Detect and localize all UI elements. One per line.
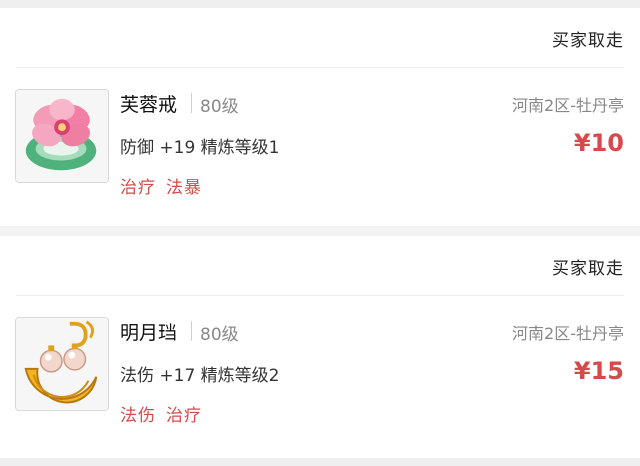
- item-name[interactable]: 芙蓉戒: [120, 90, 177, 117]
- divider: [16, 67, 624, 68]
- server-name: 河南2区-牡丹亭: [512, 324, 624, 343]
- item-level: 80级: [200, 97, 239, 117]
- server-name: 河南2区-牡丹亭: [512, 96, 624, 115]
- listing-card[interactable]: 买家取走 芙蓉戒 80级 河南2区-牡丹亭 防御 +19 精炼等级1 ¥10 治…: [0, 8, 640, 226]
- tag: 法伤: [120, 406, 156, 426]
- order-status: 买家取走: [552, 259, 624, 279]
- name-level-separator: [191, 93, 192, 113]
- listing-card[interactable]: 买家取走 明月珰 80级 河南2区-牡丹亭 法伤 +17 精炼等级2 ¥15 法…: [0, 236, 640, 458]
- divider: [16, 295, 624, 296]
- item-attributes: 防御 +19 精炼等级1: [120, 138, 280, 158]
- tag: 治疗: [120, 178, 156, 198]
- name-level-separator: [191, 321, 192, 341]
- item-thumbnail[interactable]: [15, 89, 109, 183]
- tag: 治疗: [166, 406, 202, 426]
- item-tags: 治疗 法暴: [120, 173, 212, 198]
- item-level: 80级: [200, 325, 239, 345]
- lotus-jade-ring-icon: [16, 90, 108, 182]
- top-gap: [0, 0, 640, 8]
- bottom-gap: [0, 458, 640, 466]
- order-status: 买家取走: [552, 31, 624, 51]
- item-name[interactable]: 明月珰: [120, 318, 177, 345]
- item-thumbnail[interactable]: [15, 317, 109, 411]
- item-tags: 法伤 治疗: [120, 401, 212, 426]
- pearl-moon-earring-icon: [16, 318, 108, 410]
- tag: 法暴: [166, 178, 202, 198]
- item-price: ¥10: [573, 129, 624, 157]
- item-price: ¥15: [573, 357, 624, 385]
- item-attributes: 法伤 +17 精炼等级2: [120, 366, 280, 386]
